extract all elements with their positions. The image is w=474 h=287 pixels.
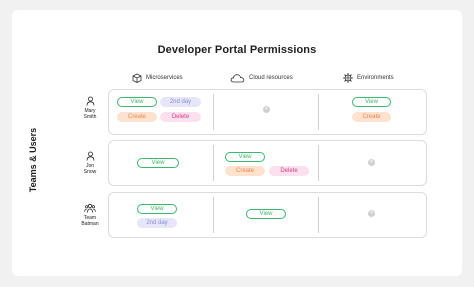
column-label-cloud: Cloud resources <box>249 75 293 81</box>
no-access-icon: ✕ <box>368 159 375 166</box>
user-name-line2: Snow <box>83 169 97 175</box>
view-permission-pill[interactable]: View <box>225 152 265 162</box>
no-access-icon: ✕ <box>263 106 270 113</box>
user-jon-snow: Jon Snow <box>72 151 108 175</box>
column-divider <box>213 197 214 233</box>
delete-permission-pill[interactable]: Delete <box>160 112 201 122</box>
column-divider <box>318 197 319 233</box>
column-divider <box>213 94 214 130</box>
duration-pill[interactable]: 2nd day <box>160 97 201 107</box>
create-permission-pill[interactable]: Create <box>352 112 391 122</box>
teams-users-label: Teams & Users <box>28 127 38 193</box>
team-icon <box>84 203 96 213</box>
delete-permission-pill[interactable]: Delete <box>269 166 309 176</box>
user-team-batman: Team Batman <box>72 203 108 227</box>
column-label-microservices: Microservices <box>146 75 183 81</box>
page-title: Developer Portal Permissions <box>157 44 317 56</box>
person-icon <box>86 151 94 161</box>
gear-icon <box>343 73 353 83</box>
create-permission-pill[interactable]: Create <box>117 112 157 122</box>
column-divider <box>318 145 319 181</box>
column-label-environments: Environments <box>357 75 394 81</box>
column-header-cloud: Cloud resources <box>230 71 293 85</box>
cube-icon <box>132 73 142 83</box>
view-permission-pill[interactable]: View <box>117 97 157 107</box>
user-mary-smith: Mary Smith <box>72 96 108 120</box>
cloud-icon <box>230 74 245 83</box>
no-access-icon: ✕ <box>368 210 375 217</box>
person-icon <box>86 96 94 106</box>
column-header-environments: Environments <box>343 71 394 85</box>
column-divider <box>318 94 319 130</box>
create-permission-pill[interactable]: Create <box>225 166 265 176</box>
view-permission-pill[interactable]: View <box>137 158 179 168</box>
column-header-microservices: Microservices <box>132 71 183 85</box>
column-divider <box>213 145 214 181</box>
user-name-line2: Smith <box>83 114 97 120</box>
duration-pill[interactable]: 2nd day <box>137 218 177 228</box>
view-permission-pill[interactable]: View <box>352 97 391 107</box>
view-permission-pill[interactable]: View <box>246 209 286 219</box>
user-name-line2: Batman <box>81 221 99 227</box>
view-permission-pill[interactable]: View <box>137 204 177 214</box>
